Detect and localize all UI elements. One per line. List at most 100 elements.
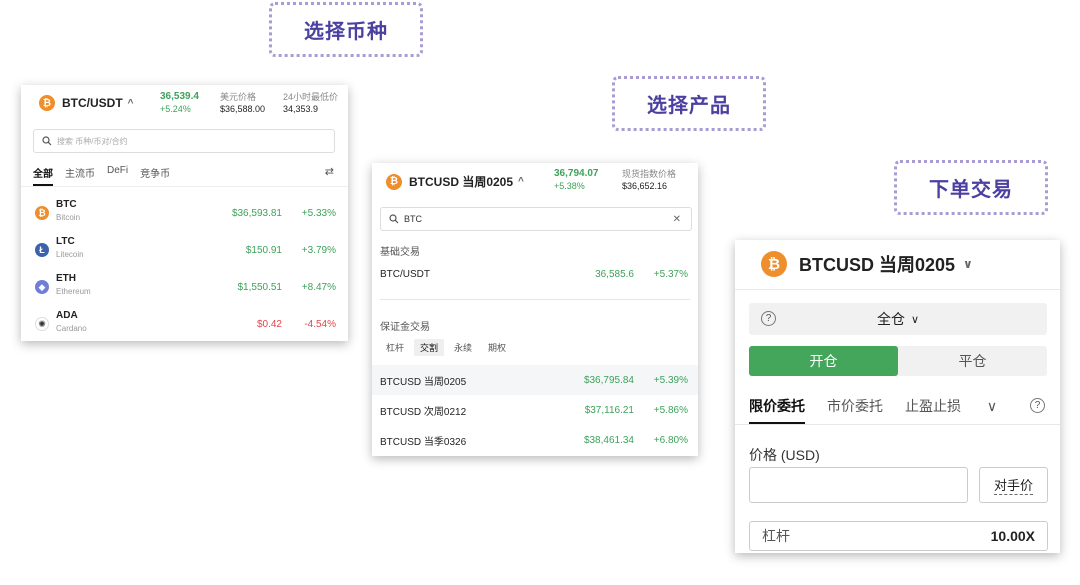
help-icon[interactable]: ?: [761, 311, 776, 326]
leverage-field[interactable]: 杠杆 10.00X: [749, 521, 1048, 551]
usd-price-label: 美元价格: [220, 92, 257, 102]
coin-name: Litecoin: [56, 250, 84, 259]
section-basic-title: 基础交易: [380, 247, 420, 258]
product-symbol: BTCUSD 当季0326: [380, 436, 467, 448]
coin-symbol: LTC: [56, 236, 75, 247]
swap-icon[interactable]: ⇄: [325, 165, 334, 178]
price-input[interactable]: [749, 467, 968, 503]
order-panel: ₿ BTCUSD 当周0205 ∨ ? 全仓 ∨ 开仓 平仓 限价委托 市价委托…: [735, 240, 1060, 553]
counter-price-button[interactable]: 对手价: [979, 467, 1048, 503]
pair-selector[interactable]: ₿ BTC/USDT ^: [39, 95, 134, 111]
filter-options[interactable]: 期权: [482, 339, 512, 356]
product-symbol: BTC/USDT: [380, 268, 430, 280]
tab-limit-order[interactable]: 限价委托: [749, 396, 805, 424]
counter-price-label: 对手价: [993, 475, 1033, 495]
product-price: 36,585.6: [595, 268, 634, 280]
coin-change: +3.79%: [301, 244, 336, 256]
filter-perpetual[interactable]: 永续: [448, 339, 478, 356]
coin-row-eth[interactable]: ◆ ETH Ethereum $1,550.51 +8.47%: [21, 269, 348, 305]
tab-alt[interactable]: 竞争币: [140, 165, 170, 186]
chevron-up-icon: ^: [518, 176, 524, 187]
coin-row-ada[interactable]: ✺ ADA Cardano $0.42 -4.54%: [21, 306, 348, 341]
search-input[interactable]: 搜索 币种/币对/合约: [33, 129, 335, 153]
coin-row-ltc[interactable]: Ł LTC Litecoin $150.91 +3.79%: [21, 232, 348, 268]
open-position-button[interactable]: 开仓: [749, 346, 898, 376]
close-position-button[interactable]: 平仓: [898, 346, 1047, 376]
low-price-label: 24小时最低价: [283, 92, 339, 102]
product-change: +6.80%: [653, 434, 688, 446]
product-price: $37,116.21: [584, 404, 634, 416]
ethereum-icon: ◆: [35, 280, 49, 294]
tab-defi[interactable]: DeFi: [107, 165, 128, 186]
category-tabs: 全部 主流币 DeFi 竞争币: [33, 165, 182, 186]
search-input[interactable]: BTC ✕: [380, 207, 692, 231]
chevron-down-icon: ∨: [910, 313, 920, 326]
step-label-select-product: 选择产品: [612, 76, 766, 131]
tab-mainstream[interactable]: 主流币: [65, 165, 95, 186]
leverage-value: 10.00X: [990, 528, 1035, 544]
product-change: +5.37%: [653, 268, 688, 280]
product-row[interactable]: BTCUSD 当周0205 $36,795.84 +5.39%: [372, 365, 698, 395]
product-row[interactable]: BTCUSD 当季0326 $38,461.34 +6.80%: [372, 425, 698, 455]
filter-delivery[interactable]: 交割: [414, 339, 445, 356]
last-price-block: 36,539.4 +5.24%: [160, 91, 199, 115]
coin-selector-panel: ₿ BTC/USDT ^ 36,539.4 +5.24% 美元价格 $36,58…: [21, 85, 348, 341]
litecoin-icon: Ł: [35, 243, 49, 257]
price-label: 价格 (USD): [749, 447, 820, 463]
coin-symbol: ADA: [56, 310, 78, 321]
bitcoin-icon: ₿: [386, 173, 402, 190]
bitcoin-icon: ₿: [761, 251, 787, 277]
coin-name: Ethereum: [56, 287, 91, 296]
divider: [380, 299, 690, 300]
price-change: +5.24%: [160, 104, 191, 114]
coin-price: $36,593.81: [231, 207, 282, 219]
margin-mode-select[interactable]: ? 全仓 ∨: [749, 303, 1047, 335]
contract-name: BTCUSD 当周0205: [409, 175, 514, 189]
index-price-label: 现货指数价格: [622, 169, 677, 179]
last-price-block: 36,794.07 +5.38%: [554, 168, 599, 192]
product-price: $36,795.84: [583, 374, 634, 386]
coin-name: Cardano: [56, 324, 87, 333]
step-label-select-coin: 选择币种: [269, 2, 423, 57]
tab-all[interactable]: 全部: [33, 165, 53, 186]
search-icon: [42, 136, 52, 146]
contract-selector[interactable]: ₿ BTCUSD 当周0205 ^: [386, 173, 524, 190]
contract-selector[interactable]: ₿ BTCUSD 当周0205 ∨: [761, 251, 973, 277]
tab-take-profit-stop-loss[interactable]: 止盈止损 ∨: [905, 396, 1019, 424]
pair-name: BTC/USDT: [62, 96, 123, 110]
section-margin-title: 保证金交易: [380, 322, 430, 333]
product-change: +5.39%: [653, 374, 688, 386]
tab-label: 止盈止损: [905, 398, 961, 414]
tab-market-order[interactable]: 市价委托: [827, 396, 883, 424]
last-price: 36,539.4: [160, 91, 199, 102]
product-symbol: BTCUSD 次周0212: [380, 406, 467, 418]
low-price: 34,353.9: [283, 104, 319, 114]
help-icon[interactable]: ?: [1030, 398, 1045, 413]
product-row[interactable]: BTC/USDT 36,585.6 +5.37%: [372, 259, 698, 289]
index-price: $36,652.16: [622, 181, 668, 191]
product-symbol: BTCUSD 当周0205: [380, 376, 467, 388]
product-row[interactable]: BTCUSD 次周0212 $37,116.21 +5.86%: [372, 395, 698, 425]
order-type-tabs: 限价委托 市价委托 止盈止损 ∨: [749, 396, 1041, 424]
low-price-block: 24小时最低价 34,353.9: [283, 91, 338, 115]
step-label-place-order: 下单交易: [894, 160, 1048, 215]
coin-change: +5.33%: [301, 207, 336, 219]
product-price: $38,461.34: [583, 434, 634, 446]
coin-row-btc[interactable]: ₿ BTC Bitcoin $36,593.81 +5.33%: [21, 195, 348, 231]
filter-leverage[interactable]: 杠杆: [380, 339, 410, 356]
coin-symbol: BTC: [56, 199, 77, 210]
coin-price: $0.42: [256, 318, 282, 330]
coin-symbol: ETH: [56, 273, 76, 284]
coin-change: -4.54%: [304, 318, 336, 330]
product-change: +5.86%: [653, 404, 688, 416]
bitcoin-icon: ₿: [39, 95, 55, 111]
search-icon: [389, 214, 399, 224]
product-selector-panel: ₿ BTCUSD 当周0205 ^ 36,794.07 +5.38% 现货指数价…: [372, 163, 698, 456]
bitcoin-icon: ₿: [35, 206, 49, 220]
clear-icon[interactable]: ✕: [673, 214, 681, 225]
order-header: ₿ BTCUSD 当周0205 ∨: [735, 240, 1060, 290]
search-value: BTC: [404, 214, 422, 224]
usd-price-block: 美元价格 $36,588.00: [220, 91, 265, 115]
usd-price: $36,588.00: [220, 104, 266, 114]
product-type-filters: 杠杆 交割 永续 期权: [380, 339, 516, 356]
